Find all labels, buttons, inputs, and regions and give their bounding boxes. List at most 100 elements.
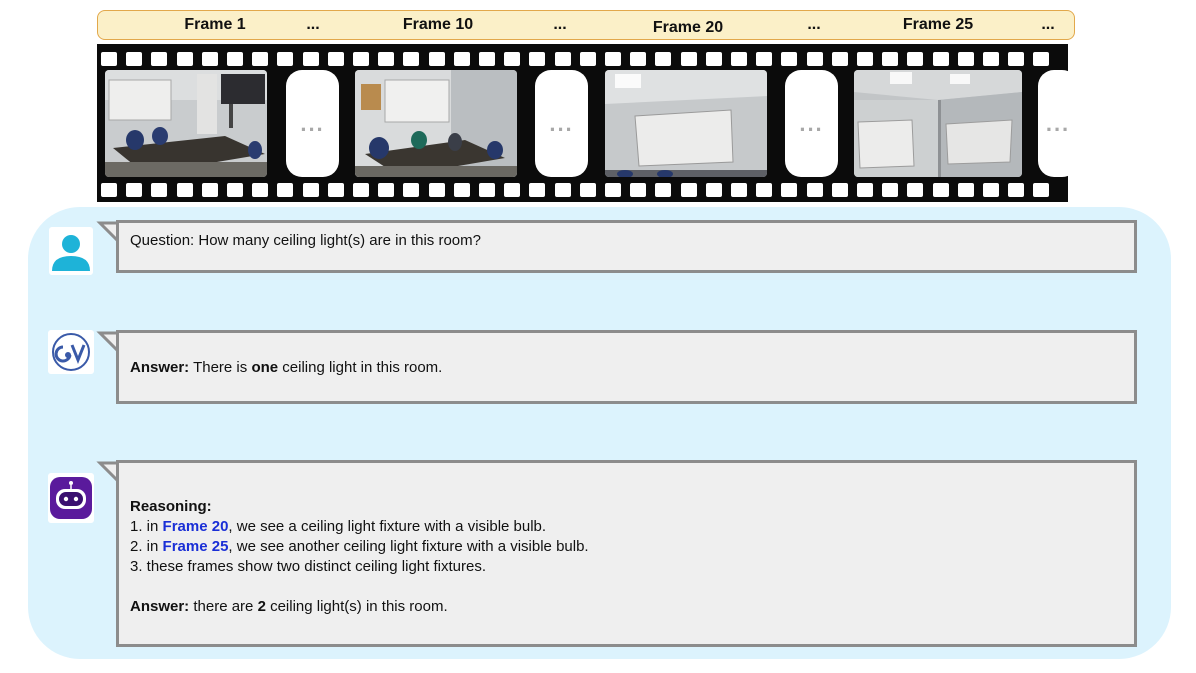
step-text: , we see another ceiling light fixture w… xyxy=(228,538,589,555)
header-ellipsis: ... xyxy=(553,16,567,33)
sprocket-hole xyxy=(353,52,369,66)
sprocket-hole xyxy=(453,183,470,197)
sprocket-hole xyxy=(932,183,949,197)
sprocket-hole xyxy=(428,52,445,66)
sprocket-hole xyxy=(101,52,117,66)
sprocket-hole xyxy=(932,52,949,66)
frame-gap: ... xyxy=(535,70,588,177)
baseline-avatar xyxy=(48,330,94,374)
sprocket-hole xyxy=(756,183,773,197)
sprocket-hole xyxy=(126,52,143,66)
sprocket-hole xyxy=(529,183,546,197)
sprocket-hole xyxy=(680,52,697,66)
sprocket-hole xyxy=(630,52,647,66)
frame-label-20: Frame 20 xyxy=(652,19,724,36)
sprocket-hole xyxy=(252,183,269,197)
frame-label-25: Frame 25 xyxy=(902,16,974,33)
sprocket-hole xyxy=(705,183,722,197)
reasoning-label: Reasoning: xyxy=(130,498,212,515)
sprocket-hole xyxy=(781,183,798,197)
sprocket-hole xyxy=(756,52,773,66)
sprocket-hole xyxy=(983,52,999,66)
frame-10-photo xyxy=(355,70,517,177)
answer-label: Answer: xyxy=(130,598,190,615)
sprocket-hole xyxy=(176,183,193,197)
sprocket-hole xyxy=(277,183,294,197)
user-avatar xyxy=(49,227,93,275)
sprocket-hole xyxy=(907,183,924,197)
question-bubble: Question: How many ceiling light(s) are … xyxy=(116,220,1137,273)
sprocket-hole xyxy=(504,183,521,197)
sprocket-hole xyxy=(327,183,344,197)
sprocket-hole xyxy=(403,183,420,197)
frame-20-photo xyxy=(605,70,767,177)
user-icon xyxy=(52,235,90,271)
header-ellipsis: ... xyxy=(306,16,320,33)
sprocket-hole xyxy=(579,183,596,197)
sprocket-hole xyxy=(201,52,218,66)
step-text: , we see a ceiling light fixture with a … xyxy=(228,518,547,535)
answer-count: 2 xyxy=(257,598,266,615)
robot-icon xyxy=(50,477,92,519)
frame-1-photo xyxy=(105,70,267,177)
header-ellipsis: ... xyxy=(1041,16,1055,33)
gap-ellipsis: ... xyxy=(1045,110,1068,136)
reasoning-step: 2. in Frame 25, we see another ceiling l… xyxy=(130,537,589,557)
sprocket-hole xyxy=(1008,183,1025,197)
sprocket-hole xyxy=(731,183,747,197)
sprocket-hole xyxy=(554,183,571,197)
model-avatar xyxy=(48,473,94,523)
sprocket-hole xyxy=(327,52,344,66)
sprocket-hole xyxy=(655,183,672,197)
reasoning-step: 1. in Frame 20, we see a ceiling light f… xyxy=(130,517,546,537)
step-text: 2. in xyxy=(130,538,163,555)
sprocket-hole xyxy=(831,52,848,66)
ov-logo-icon xyxy=(52,333,90,371)
sprocket-holes-top xyxy=(97,49,1068,69)
sprocket-hole xyxy=(857,183,873,197)
sprocket-hole xyxy=(655,52,672,66)
sprocket-hole xyxy=(378,52,395,66)
sprocket-hole xyxy=(806,183,823,197)
sprocket-hole xyxy=(151,183,168,197)
sprocket-hole xyxy=(1033,52,1050,66)
answer-label: Answer: xyxy=(130,359,190,376)
sprocket-hole xyxy=(605,52,621,66)
sprocket-hole xyxy=(806,52,823,66)
sprocket-hole xyxy=(302,52,319,66)
gap-ellipsis: ... xyxy=(300,110,325,136)
frame-header-bar: Frame 1 ... Frame 10 ... Frame 20 ... Fr… xyxy=(97,10,1075,40)
sprocket-hole xyxy=(302,183,319,197)
sprocket-hole xyxy=(227,52,243,66)
step-text: 1. in xyxy=(130,518,163,535)
sprocket-hole xyxy=(428,183,445,197)
answer-text: ceiling light(s) in this room. xyxy=(265,598,448,615)
sprocket-hole xyxy=(403,52,420,66)
sprocket-hole xyxy=(781,52,798,66)
frame-reference: Frame 25 xyxy=(162,538,229,555)
sprocket-hole xyxy=(252,52,269,66)
answer-text: there are xyxy=(189,598,258,615)
sprocket-hole xyxy=(529,52,546,66)
question-text: Question: How many ceiling light(s) are … xyxy=(130,232,481,249)
sprocket-hole xyxy=(731,52,747,66)
sprocket-hole xyxy=(176,52,193,66)
reasoning-step: 3. these frames show two distinct ceilin… xyxy=(130,557,486,577)
gap-ellipsis: ... xyxy=(799,110,824,136)
sprocket-hole xyxy=(579,52,596,66)
sprocket-hole xyxy=(857,52,873,66)
model-reasoning-bubble: Reasoning: 1. in Frame 20, we see a ceil… xyxy=(116,460,1137,647)
answer-count: one xyxy=(251,359,279,376)
sprocket-hole xyxy=(201,183,218,197)
film-strip: ... ... ... ... xyxy=(97,44,1068,202)
sprocket-hole xyxy=(1033,183,1050,197)
sprocket-hole xyxy=(504,52,521,66)
baseline-answer-line: Answer: There is one ceiling light in th… xyxy=(130,358,442,378)
sprocket-hole xyxy=(907,52,924,66)
frame-label-1: Frame 1 xyxy=(184,16,246,33)
sprocket-hole xyxy=(957,183,974,197)
sprocket-hole xyxy=(227,183,243,197)
step-text: 3. these frames show two distinct ceilin… xyxy=(130,558,486,575)
frame-label-10: Frame 10 xyxy=(402,16,474,33)
frame-gap: ... xyxy=(1038,70,1068,177)
